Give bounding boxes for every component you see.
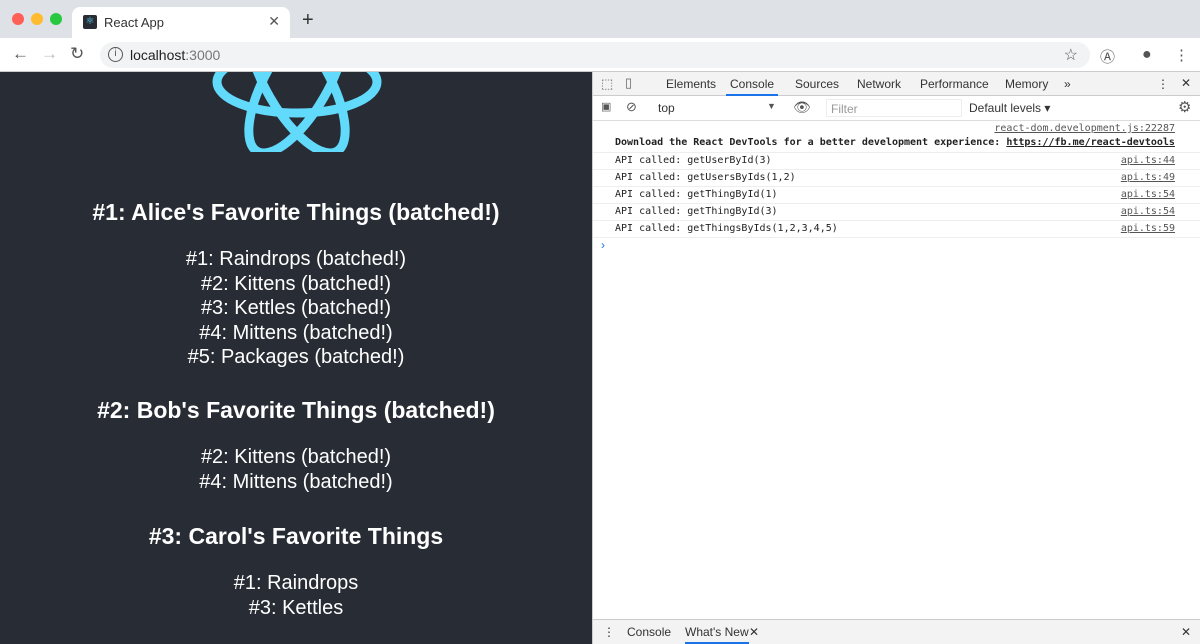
message-text: API called: getThingById(1) [615,189,778,200]
list-item: #3: Kettles [248,596,344,619]
devtools-menu-icon[interactable]: ⋮ [1157,77,1169,91]
back-icon[interactable]: ← [12,44,29,64]
log-levels-select[interactable]: Default levels ▾ [969,101,1050,115]
tab-performance[interactable]: Performance [920,77,989,91]
message-text: API called: getThingById(3) [615,206,778,217]
close-drawer-icon[interactable]: ✕ [1181,625,1191,639]
tab-memory[interactable]: Memory [1005,77,1048,91]
drawer-tab-console[interactable]: Console [627,625,671,639]
react-favicon-icon: ⚛ [83,15,97,29]
clear-console-icon[interactable]: ⊘ [626,99,637,115]
console-message: API called: getThingById(1) api.ts:54 [593,187,1200,204]
forward-icon[interactable]: → [41,44,58,64]
react-app-page: #1: Alice's Favorite Things (batched!) #… [0,72,592,644]
source-link[interactable]: api.ts:49 [1121,170,1175,186]
drawer-menu-icon[interactable]: ⋮ [603,625,615,639]
tab-console[interactable]: Console [726,77,779,96]
section-heading: #3: Carol's Favorite Things [148,523,444,549]
source-link[interactable]: api.ts:59 [1121,221,1175,237]
user-section: #2: Bob's Favorite Things (batched!) #2:… [0,397,592,494]
minimize-window-button[interactable] [31,13,43,25]
tab-elements[interactable]: Elements [666,77,716,91]
source-link[interactable]: api.ts:54 [1121,204,1175,220]
list-item: #3: Kettles (batched!) [200,297,392,320]
console-message: API called: getUsersByIds(1,2) api.ts:49 [593,170,1200,187]
console-message: API called: getThingById(3) api.ts:54 [593,204,1200,221]
tab-title: React App [104,15,164,30]
source-link[interactable]: api.ts:44 [1121,153,1175,169]
close-devtools-icon[interactable]: ✕ [1181,76,1191,90]
eye-icon[interactable]: 👁 [793,99,811,116]
list-item: #4: Mittens (batched!) [199,470,393,493]
reload-icon[interactable]: ↻ [70,44,84,64]
section-heading: #2: Bob's Favorite Things (batched!) [97,397,495,423]
new-tab-button[interactable]: + [302,9,314,32]
react-logo-icon [212,72,382,152]
source-link[interactable]: api.ts:54 [1121,187,1175,203]
settings-gear-icon[interactable]: ⚙ [1178,98,1191,116]
list-item: #2: Kittens (batched!) [200,446,392,468]
info-icon[interactable]: i [108,47,123,62]
bookmark-star-icon[interactable]: ☆ [1064,45,1078,65]
message-text: Download the React DevTools for a better… [615,137,1007,148]
close-drawer-tab-icon[interactable]: ✕ [749,625,759,639]
message-text: API called: getThingsByIds(1,2,3,4,5) [615,223,838,234]
url-port: :3000 [185,47,221,63]
drawer-tabs: ⋮ Console What's New ✕ ✕ [593,619,1200,644]
url-input[interactable]: i localhost:3000 ☆ [100,42,1090,68]
user-section: #3: Carol's Favorite Things #1: Raindrop… [0,523,592,620]
message-text: API called: getUserById(3) [615,155,772,166]
more-tabs-button[interactable]: » [1064,77,1071,91]
filter-input[interactable]: Filter [826,99,962,117]
console-message: API called: getUserById(3) api.ts:44 [593,153,1200,170]
maximize-window-button[interactable] [50,13,62,25]
list-item: #1: Raindrops [233,572,359,594]
list-item: #4: Mittens (batched!) [199,321,393,344]
user-section: #1: Alice's Favorite Things (batched!) #… [0,199,592,370]
devtools-panel: ⬚ ▯ Elements Console Sources Network Per… [592,72,1200,644]
chevron-down-icon: ▼ [767,101,776,111]
url-host: localhost [130,47,186,63]
console-message: react-dom.development.js:22287 Download … [593,121,1200,153]
list-item: #2: Kittens (batched!) [200,272,392,295]
console-message: API called: getThingsByIds(1,2,3,4,5) api… [593,221,1200,238]
tab-bar: ⚛ React App ✕ + [0,0,1200,38]
close-tab-icon[interactable]: ✕ [268,13,280,30]
menu-icon[interactable]: ⋮ [1174,46,1189,64]
tab-network[interactable]: Network [857,77,901,91]
close-window-button[interactable] [12,13,24,25]
extension-icon[interactable]: Ⓐ [1100,46,1115,67]
devtools-tabs: ⬚ ▯ Elements Console Sources Network Per… [593,72,1200,96]
section-heading: #1: Alice's Favorite Things (batched!) [92,199,500,225]
list-item: #1: Raindrops (batched!) [185,248,407,270]
drawer-tab-whats-new[interactable]: What's New [685,625,749,644]
profile-icon[interactable]: ● [1142,46,1152,64]
tab-sources[interactable]: Sources [795,77,839,91]
inspect-element-icon[interactable]: ⬚ [601,76,613,92]
address-bar: ← → ↻ i localhost:3000 ☆ Ⓐ ● ⋮ [0,38,1200,72]
message-text: API called: getUsersByIds(1,2) [615,172,796,183]
sidebar-toggle-icon[interactable]: ▣ [601,100,611,113]
device-toolbar-icon[interactable]: ▯ [625,75,632,91]
browser-tab[interactable]: ⚛ React App ✕ [72,7,290,38]
devtools-link[interactable]: https://fb.me/react-devtools [1006,137,1175,148]
context-select[interactable]: top [658,101,675,115]
list-item: #5: Packages (batched!) [187,346,405,369]
console-prompt[interactable]: › [593,238,1200,252]
console-toolbar: ▣ ⊘ top ▼ 👁 Filter Default levels ▾ ⚙ [593,96,1200,121]
